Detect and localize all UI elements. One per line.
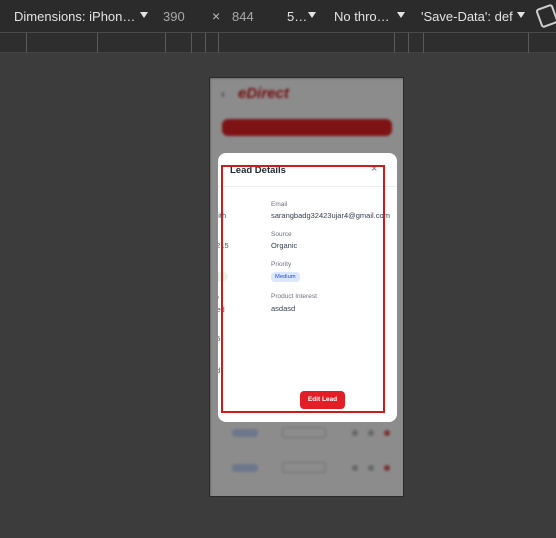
device-dropdown-caret-icon[interactable] — [140, 12, 148, 18]
height-input[interactable]: 844 — [232, 9, 254, 24]
close-icon[interactable]: × — [371, 163, 377, 175]
save-data-dropdown[interactable]: 'Save-Data': def — [421, 9, 513, 24]
device-viewport: ‹ eDirect Lead Details × mith 4215 To gn… — [209, 77, 404, 497]
zoom-dropdown[interactable]: 5… — [287, 9, 307, 24]
name-value: mith — [218, 211, 227, 220]
email-label: Email — [271, 201, 288, 208]
lead-details-modal: Lead Details × mith 4215 To gned 25 d Em… — [218, 153, 397, 422]
ruler-tick — [218, 33, 219, 53]
product-interest-label: Product Interest — [271, 293, 317, 300]
source-value: Organic — [271, 241, 298, 250]
zoom-dropdown-caret-icon[interactable] — [308, 12, 316, 18]
ruler-tick — [191, 33, 192, 53]
width-input[interactable]: 390 — [163, 9, 185, 24]
priority-badge: Medium — [271, 272, 300, 282]
modal-title: Lead Details — [230, 165, 286, 176]
priority-label: Priority — [271, 261, 292, 268]
product-interest-value: asdasd — [271, 304, 296, 313]
media-query-ruler — [0, 33, 556, 53]
modal-header-divider — [218, 186, 397, 187]
throttling-dropdown-caret-icon[interactable] — [397, 12, 405, 18]
email-value: sarangbadg32423ujar4@gmail.com — [271, 211, 390, 220]
dimensions-times-icon: × — [212, 8, 221, 24]
throttling-dropdown[interactable]: No thro… — [334, 9, 390, 24]
ruler-tick — [205, 33, 206, 53]
left-details-column: mith 4215 To gned 25 d — [218, 153, 230, 422]
rotate-icon[interactable] — [535, 3, 556, 29]
assigned-to-label: To — [218, 294, 219, 301]
save-data-caret-icon[interactable] — [517, 12, 525, 18]
source-label: Source — [271, 231, 292, 238]
ruler-tick — [528, 33, 529, 53]
status-chip — [218, 272, 228, 281]
ruler-tick — [408, 33, 409, 53]
ruler-tick — [165, 33, 166, 53]
phone-value: 4215 — [218, 241, 229, 250]
ruler-tick — [394, 33, 395, 53]
ruler-tick — [423, 33, 424, 53]
devtools-device-toolbar: Dimensions: iPhon… 390 × 844 5… No thro…… — [0, 0, 556, 33]
device-dropdown[interactable]: Dimensions: iPhon… — [14, 9, 135, 24]
assigned-value: gned — [218, 305, 225, 314]
notes-value: d — [218, 366, 220, 375]
ruler-tick — [97, 33, 98, 53]
edit-lead-button[interactable]: Edit Lead — [300, 391, 345, 409]
ruler-tick — [26, 33, 27, 53]
date-value: 25 — [218, 334, 220, 343]
